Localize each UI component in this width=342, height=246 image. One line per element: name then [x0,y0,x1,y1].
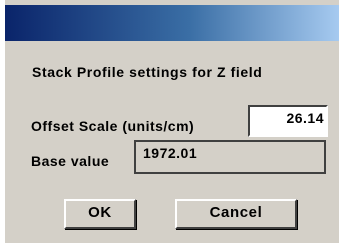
cancel-button[interactable]: Cancel [175,199,297,229]
base-value-label: Base value [31,153,110,169]
dialog-titlebar[interactable] [5,5,339,41]
offset-scale-label: Offset Scale (units/cm) [31,118,195,134]
base-value-field[interactable]: 1972.01 [134,140,326,174]
dialog-prompt: Stack Profile settings for Z field [32,64,263,80]
stack-profile-dialog: Stack Profile settings for Z field Offse… [0,0,342,246]
offset-scale-field[interactable]: 26.14 [248,105,328,137]
ok-button[interactable]: OK [64,199,136,229]
